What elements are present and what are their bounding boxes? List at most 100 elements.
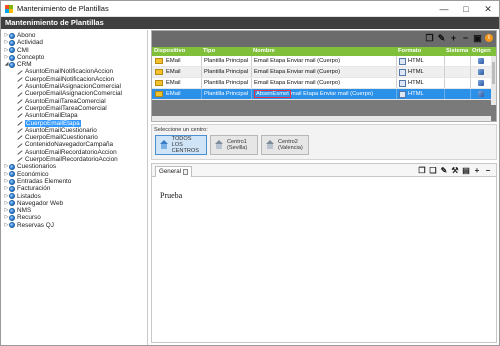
remove-icon[interactable]: −	[461, 33, 470, 43]
centro-button[interactable]: Centro2 (Valencia)	[261, 135, 309, 155]
tree-group[interactable]: ▷ Reservas QJ	[1, 222, 147, 229]
origin-icon	[478, 58, 484, 64]
cell-nombre-text: Email Etapa Enviar mail (Cuerpo)	[254, 80, 341, 86]
cell-sistema	[444, 67, 470, 77]
column-header[interactable]: Origen	[470, 47, 494, 56]
globe-icon	[9, 178, 15, 185]
tree-label: NMS	[17, 207, 32, 215]
table-row[interactable]: EMail Plantilla Principal Email Etapa Envi…	[152, 56, 496, 67]
grid-toolbar: ❐ ✎ + − ▣ i	[152, 31, 496, 47]
centro-selector: Seleccione un centro: TODOS LOS CENTROS Ce…	[151, 124, 497, 160]
tree-item[interactable]: AsuntoEmailCuestionario	[1, 127, 147, 134]
table-row[interactable]: EMail Plantilla Principal AbsenEsmet mail E…	[152, 89, 496, 100]
add-icon[interactable]: +	[473, 166, 481, 175]
tree-item[interactable]: CuerpoEmailEtapa	[1, 119, 147, 127]
paste-icon[interactable]: ❐	[418, 166, 426, 175]
column-header[interactable]: Nombre	[251, 47, 396, 56]
tree-group[interactable]: ▷ NMS	[1, 207, 147, 214]
tree-item[interactable]: AsuntoEmailTareaComercial	[1, 98, 147, 105]
tree-item[interactable]: CuerpoEmailNotificacionAccion	[1, 76, 147, 83]
tree-group[interactable]: ▷ Abono	[1, 32, 147, 39]
tree-label: Concepto	[17, 53, 45, 61]
table-row[interactable]: EMail Plantilla Principal Email Etapa Envi…	[152, 67, 496, 78]
tools-icon[interactable]: ⚒	[451, 166, 459, 175]
tree-group[interactable]: ▷ Navegador Web	[1, 200, 147, 207]
tree-item[interactable]: ContenidoNavegadorCampaña	[1, 141, 147, 148]
tree-item[interactable]: AsuntoEmailRecordatorioAccion	[1, 149, 147, 156]
column-header[interactable]: Formato	[396, 47, 444, 56]
tree-group[interactable]: ▷ Concepto	[1, 54, 147, 61]
highlighted-edit-text[interactable]: AbsenEsmet	[254, 90, 291, 98]
tree-label: Económico	[17, 170, 49, 178]
clipboard-icon[interactable]: ▤	[462, 166, 470, 175]
tree-item[interactable]: AsuntoEmailEtapa	[1, 112, 147, 119]
edit-pencil-icon[interactable]: ✎	[437, 33, 446, 43]
tree-item[interactable]: CuerpoEmailTareaComercial	[1, 105, 147, 112]
tree-item[interactable]: CuerpoEmailAsignacionComercial	[1, 90, 147, 97]
pen-icon	[16, 120, 23, 126]
tree-group[interactable]: ▷ Económico	[1, 171, 147, 178]
tab-general-label: General	[159, 168, 182, 175]
centro-button-line2: CENTROS	[171, 148, 199, 154]
globe-icon	[9, 193, 15, 200]
tree-group[interactable]: ▷ CMI	[1, 47, 147, 54]
tree-group[interactable]: ▷ Cuestionarios	[1, 163, 147, 170]
cell-nombre-text: mail Etapa Enviar mail (Cuerpo)	[290, 91, 374, 97]
origin-icon	[478, 91, 484, 97]
tree-group[interactable]: ▷ Entradas Elemento	[1, 178, 147, 185]
pen-icon	[16, 113, 23, 119]
window-title: Mantenimiento de Plantillas	[17, 4, 109, 13]
tree-item[interactable]: AsuntoEmailNotificacionAccion	[1, 68, 147, 75]
cell-sistema	[444, 56, 470, 66]
html-document-icon	[399, 68, 406, 76]
centro-button-line2: (Valencia)	[278, 145, 303, 151]
add-icon[interactable]: +	[449, 33, 458, 43]
cell-formato: HTML	[408, 80, 424, 86]
tree-label: CuerpoEmailCuestionario	[25, 134, 98, 142]
tree-group[interactable]: ▷ Actividad	[1, 39, 147, 46]
tree-label: Cuestionarios	[17, 163, 57, 171]
tree-item[interactable]: CuerpoEmailCuestionario	[1, 134, 147, 141]
tree-group[interactable]: ◢ CRM	[1, 61, 147, 68]
centro-button[interactable]: Centro1 (Sevilla)	[210, 135, 258, 155]
maximize-icon[interactable]: □	[455, 1, 477, 17]
pen-icon	[16, 84, 23, 90]
category-tree[interactable]: ▷ Abono ▷ Actividad ▷ CMI ▷ Concepto ◢ CRM AsuntoE…	[1, 30, 148, 345]
grid-vertical-scrollbar[interactable]	[491, 56, 496, 105]
column-header[interactable]: Sistema	[444, 47, 470, 56]
pen-icon	[16, 91, 23, 97]
column-header[interactable]: Tipo	[201, 47, 251, 56]
copy-icon[interactable]: ❑	[429, 166, 437, 175]
copy-icon[interactable]: ❐	[425, 33, 434, 43]
tree-group[interactable]: ▷ Listados	[1, 193, 147, 200]
tree-item[interactable]: AsuntoEmailAsignacionComercial	[1, 83, 147, 90]
centro-button-line1: TODOS LOS	[171, 136, 192, 148]
column-header[interactable]: Dispositivo	[152, 47, 201, 56]
cell-formato: HTML	[408, 58, 424, 64]
tree-group[interactable]: ▷ Facturación	[1, 185, 147, 192]
cell-nombre-text: Email Etapa Enviar mail (Cuerpo)	[254, 58, 341, 64]
cell-sistema	[444, 78, 470, 88]
origin-icon	[478, 69, 484, 75]
close-icon[interactable]: ✕	[477, 1, 499, 17]
info-icon[interactable]: i	[485, 34, 493, 42]
editor-content[interactable]: Prueba	[152, 177, 496, 200]
grid-horizontal-scrollbar[interactable]	[152, 116, 491, 121]
edit-pencil-icon[interactable]: ✎	[440, 166, 448, 175]
tab-general[interactable]: General	[155, 166, 193, 177]
cell-dispositivo: EMail	[166, 58, 181, 64]
remove-icon[interactable]: −	[484, 166, 492, 175]
globe-icon	[9, 61, 15, 68]
minimize-icon[interactable]: —	[433, 1, 455, 17]
tree-label: CuerpoEmailEtapa	[25, 119, 81, 127]
image-icon[interactable]: ▣	[473, 33, 482, 43]
centro-button-line2: (Sevilla)	[227, 145, 248, 151]
tree-label: Recurso	[17, 214, 41, 222]
pen-icon	[16, 135, 23, 141]
centro-button[interactable]: TODOS LOS CENTROS	[155, 135, 207, 155]
table-row[interactable]: EMail Plantilla Principal Email Etapa Envi…	[152, 78, 496, 89]
tree-item[interactable]: CuerpoEmailRecordatorioAccion	[1, 156, 147, 163]
tree-group[interactable]: ▷ Recurso	[1, 214, 147, 221]
tree-label: AsuntoEmailAsignacionComercial	[25, 83, 121, 91]
cell-dispositivo: EMail	[166, 69, 181, 75]
